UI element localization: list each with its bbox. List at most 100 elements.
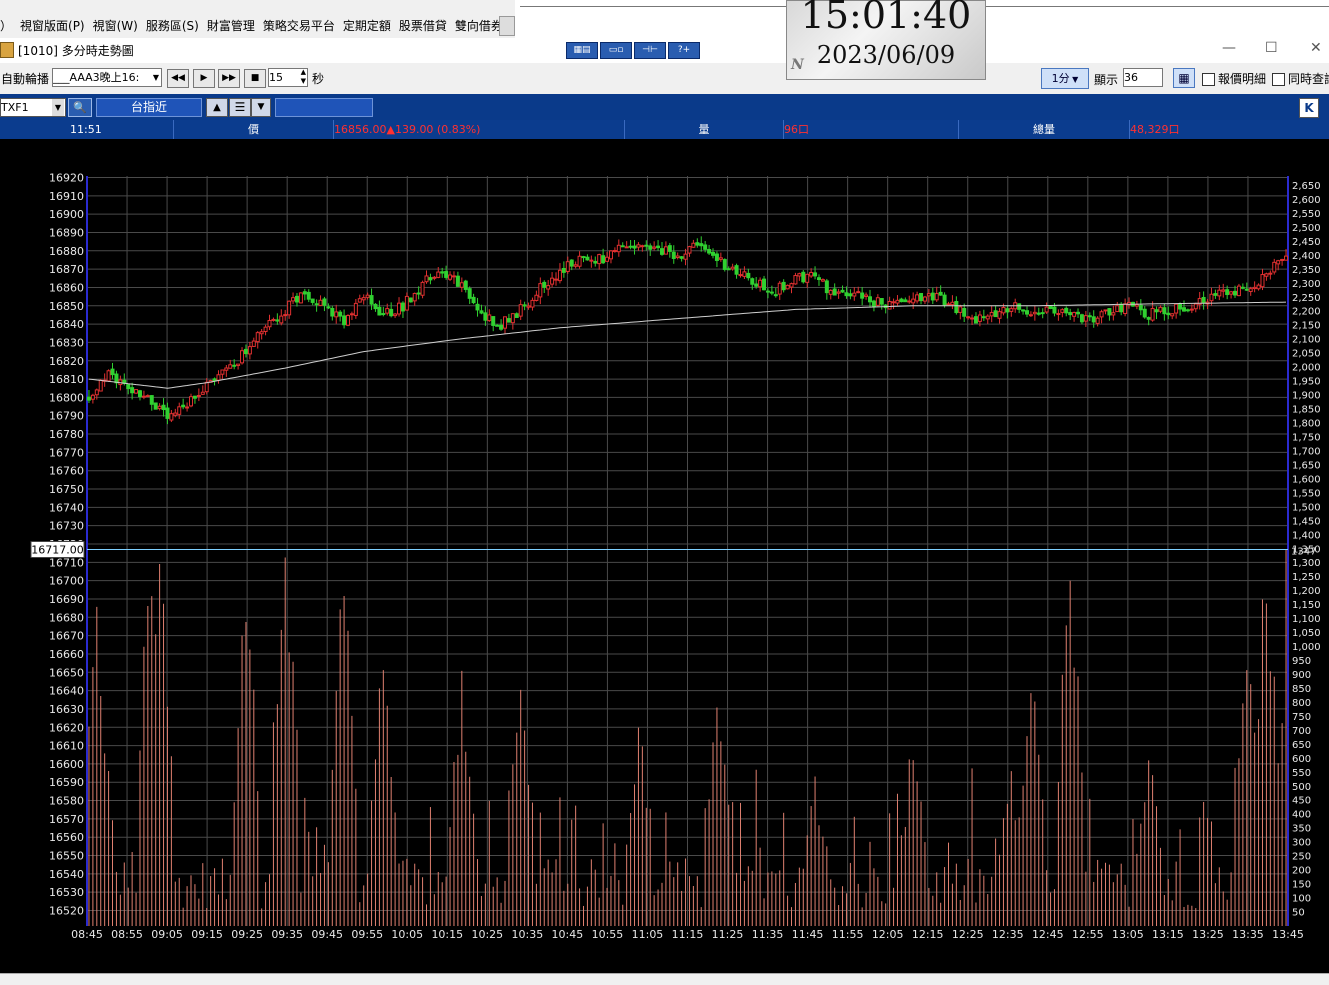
maximize-icon[interactable]: ☐: [1265, 40, 1278, 56]
candle-body: [848, 293, 853, 297]
candle-body: [675, 255, 680, 259]
menu-item-1[interactable]: 視窗版面(P): [20, 17, 85, 34]
quote-detail-checkbox[interactable]: 報價明細: [1202, 70, 1266, 87]
close-icon[interactable]: ✕: [1310, 40, 1322, 56]
price-tick-label: 16800: [49, 391, 84, 404]
price-tick-label: 16780: [49, 428, 84, 441]
interval-stepper[interactable]: 15 ▲ ▼: [268, 68, 308, 87]
candle-body: [946, 303, 951, 306]
candle-body: [1150, 307, 1155, 321]
menu-item-7[interactable]: 股票借貸: [399, 17, 447, 34]
layout-grid-button[interactable]: ▦▤: [566, 42, 598, 59]
help-button[interactable]: ?+: [668, 42, 700, 59]
x-tick-label: 12:35: [992, 928, 1024, 941]
candle-body: [475, 303, 480, 311]
window-split-button[interactable]: ▭▫: [600, 42, 632, 59]
list-icon[interactable]: ☰: [229, 98, 251, 117]
minimize-icon[interactable]: —: [1222, 40, 1236, 56]
x-tick-label: 12:15: [912, 928, 944, 941]
price-tick-label: 16840: [49, 318, 84, 331]
candle-body: [891, 301, 896, 304]
candle-body: [361, 297, 366, 301]
candle-body: [875, 297, 880, 306]
candle-body: [271, 318, 276, 321]
clock-date: 2023/06/09: [816, 41, 956, 69]
price-tick-label: 16560: [49, 831, 84, 844]
menu-item-4[interactable]: 財富管理: [207, 17, 255, 34]
candle-body: [879, 298, 884, 305]
fast-forward-button[interactable]: ▶▶: [218, 69, 240, 88]
candle-body: [224, 367, 229, 371]
rewind-button[interactable]: ◀◀: [167, 69, 189, 88]
candle-body: [448, 274, 453, 280]
candle-body: [1166, 312, 1171, 316]
candle-body: [605, 256, 610, 262]
candle-body: [1123, 303, 1128, 315]
candle-body: [153, 402, 158, 410]
candle-body: [561, 267, 566, 273]
candle-body: [534, 294, 539, 301]
chart-area[interactable]: 08:45 08:55 09:05 09:15 09:25 09:35 09:45 09:55…: [0, 139, 1329, 973]
candle-body: [365, 294, 370, 298]
k-chart-button[interactable]: K: [1299, 98, 1319, 118]
candle-body: [942, 294, 947, 306]
candle-body: [126, 384, 131, 390]
menu-item-2[interactable]: 視窗(W): [93, 17, 138, 34]
show-count-input[interactable]: 36: [1123, 68, 1163, 87]
menu-item-8[interactable]: 雙向借券: [455, 17, 503, 34]
volume-tick-label: 1,200: [1292, 586, 1321, 597]
x-tick-label: 12:25: [952, 928, 984, 941]
menu-scroll-handle[interactable]: [499, 16, 515, 36]
pin-button[interactable]: ⊣⊢: [634, 42, 666, 59]
menu-item-0[interactable]: ）: [0, 17, 12, 34]
candle-body: [985, 315, 990, 320]
candle-body: [255, 332, 260, 343]
candle-body: [377, 306, 382, 316]
menu-item-5[interactable]: 策略交易平台: [263, 17, 335, 34]
candle-body: [726, 268, 731, 271]
candle-body: [824, 280, 829, 294]
period-dropdown[interactable]: 1分 ▼: [1041, 68, 1089, 89]
price-tick-label: 16520: [49, 905, 84, 918]
candle-body: [1252, 286, 1257, 290]
clock-badge: N: [791, 57, 804, 73]
up-arrow-icon[interactable]: ▲: [206, 98, 228, 117]
stepper-arrows-icon[interactable]: ▲ ▼: [301, 68, 306, 86]
candle-body: [294, 295, 299, 303]
rotation-list-select[interactable]: ___AAA3晚上16: ▼: [52, 68, 162, 87]
candle-body: [145, 395, 150, 398]
symbol-extra-field[interactable]: [275, 98, 373, 117]
menu-item-6[interactable]: 定期定額: [343, 17, 391, 34]
candle-body: [981, 316, 986, 319]
volume-tick-label: 2,500: [1292, 223, 1321, 234]
candle-body: [973, 316, 978, 324]
candle-body: [793, 275, 798, 285]
menu-item-3[interactable]: 服務區(S): [146, 17, 199, 34]
candle-body: [518, 304, 523, 317]
grid-view-icon[interactable]: ▦: [1173, 68, 1195, 88]
candle-body: [137, 390, 142, 398]
stop-button[interactable]: ■: [244, 69, 266, 88]
symbol-code-input[interactable]: TXF1 ▼: [0, 98, 66, 117]
candle-body: [428, 277, 433, 281]
chevron-down-icon[interactable]: ▼: [251, 98, 271, 117]
candle-body: [671, 251, 676, 259]
price-volume-chart[interactable]: 08:45 08:55 09:05 09:15 09:25 09:35 09:45 09:55…: [0, 139, 1329, 973]
candle-body: [636, 244, 641, 248]
candle-body: [149, 395, 154, 405]
candle-body: [1076, 311, 1081, 315]
sync-query-checkbox[interactable]: 同時查詢: [1272, 70, 1329, 87]
candle-body: [1056, 313, 1061, 316]
price-tick-label: 16860: [49, 281, 84, 294]
candle-body: [86, 396, 91, 401]
candle-body: [977, 314, 982, 322]
x-tick-label: 11:05: [632, 928, 664, 941]
candle-body: [173, 412, 178, 416]
candle-body: [436, 271, 441, 278]
symbol-name[interactable]: 台指近: [96, 98, 202, 117]
volume-tick-label: 1,850: [1292, 405, 1321, 416]
chevron-down-icon[interactable]: ▼: [52, 99, 64, 116]
play-button[interactable]: ▶: [193, 69, 215, 88]
search-icon[interactable]: 🔍: [68, 98, 92, 117]
volume-tick-label: 750: [1292, 712, 1311, 723]
